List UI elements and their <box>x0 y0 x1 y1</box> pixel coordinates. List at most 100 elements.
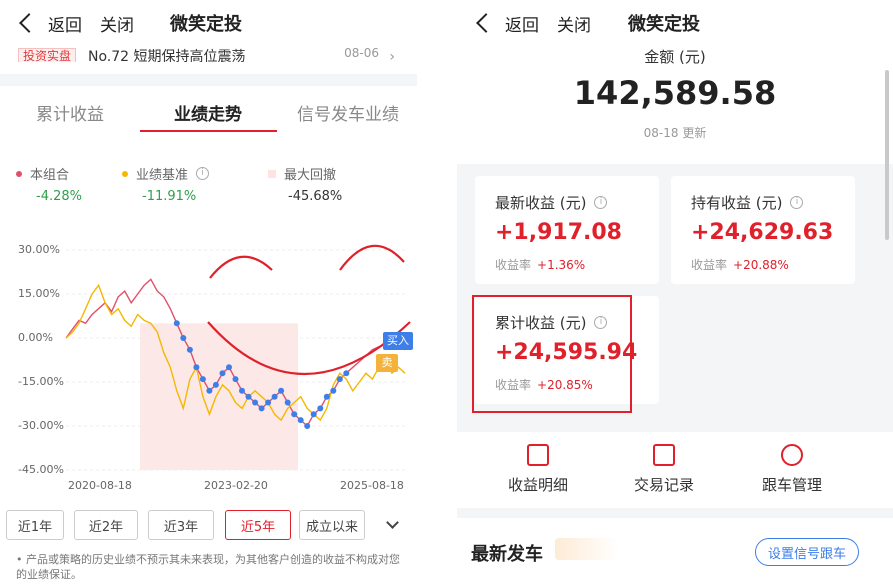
buy-point <box>232 376 239 383</box>
info-icon[interactable]: i <box>196 167 210 180</box>
buy-point <box>186 346 193 353</box>
close-link[interactable]: 关闭 <box>100 11 134 36</box>
back-link[interactable]: 返回 <box>505 11 539 36</box>
x-tick-label: 2020-08-18 <box>68 479 132 492</box>
buy-point <box>284 399 291 406</box>
performance-chart[interactable]: 30.00% 15.00% 0.00% -15.00% -30.00% -45.00% 2… <box>0 236 417 496</box>
legend-label: 最大回撤 <box>284 168 337 183</box>
action-label: 跟车管理 <box>761 476 822 494</box>
y-tick-label: -30.00% <box>18 419 64 432</box>
buy-point <box>278 387 285 394</box>
amount-summary: 金额 (元) 142,589.58 08-18 更新 <box>457 46 893 164</box>
close-link[interactable]: 关闭 <box>557 11 591 36</box>
legend-dot-icon <box>16 170 22 177</box>
buy-point <box>291 411 298 418</box>
buy-point <box>343 370 350 377</box>
x-tick-label: 2025-08-18 <box>340 479 404 492</box>
buy-point <box>219 370 226 377</box>
buy-point <box>258 405 265 412</box>
action-bar: 收益明细 交易记录 跟车管理 <box>457 432 893 508</box>
disclaimer: • 产品或策略的历史业绩不预示其未来表现，为其他客户创造的收益不构成对您的业绩保… <box>16 553 400 581</box>
buy-marker[interactable]: 买入 <box>383 332 413 350</box>
active-tab-indicator <box>140 130 277 132</box>
action-label: 收益明细 <box>507 476 568 494</box>
action-follow-manage[interactable]: 跟车管理 <box>747 444 837 495</box>
y-tick-label: 30.00% <box>18 243 60 256</box>
buy-point <box>226 364 232 371</box>
tab-bar: 累计收益 业绩走势 信号发车业绩 <box>0 92 417 134</box>
back-chevron-icon[interactable] <box>476 13 496 33</box>
buy-point <box>245 393 252 400</box>
buy-point <box>180 335 187 341</box>
range-3y[interactable]: 近3年 <box>148 510 214 540</box>
left-navbar: 返回 关闭 微笑定投 <box>0 0 417 46</box>
range-since-inception[interactable]: 成立以来 <box>299 510 365 540</box>
tab-performance-trend[interactable]: 业绩走势 <box>174 100 242 125</box>
card-holding-return[interactable]: 持有收益 (元) i +24,629.63 收益率 +20.88% <box>671 176 855 284</box>
buy-point <box>336 376 343 383</box>
legend-square-icon <box>268 169 276 178</box>
buy-point <box>330 387 337 394</box>
buy-point <box>265 399 272 406</box>
info-icon[interactable]: i <box>790 196 804 209</box>
chart-legend: 本组合 -4.28% 业绩基准 i -11.91% 最大回撤 -45.68% <box>0 164 417 214</box>
legend-value: -4.28% <box>36 189 82 204</box>
legend-benchmark: 业绩基准 i -11.91% <box>122 164 210 204</box>
panel-gap <box>417 0 457 587</box>
smile-left-eye <box>209 255 273 279</box>
buy-point <box>317 405 324 412</box>
calendar-icon <box>653 444 675 466</box>
buy-point <box>193 364 200 371</box>
card-latest-return[interactable]: 最新收益 (元) i +1,917.08 收益率 +1.36% <box>475 176 659 284</box>
tab-signal-performance[interactable]: 信号发车业绩 <box>297 100 399 125</box>
y-tick-label: 15.00% <box>18 287 60 300</box>
section-divider <box>0 74 417 86</box>
amount-value: 142,589.58 <box>573 74 777 112</box>
buy-point <box>323 393 330 400</box>
chevron-right-icon: › <box>389 49 395 62</box>
page-title: 微笑定投 <box>170 14 242 35</box>
left-panel: 返回 关闭 微笑定投 投资实盘 No.72 短期保持高位震荡 08-06 › 累… <box>0 0 417 587</box>
action-return-detail[interactable]: 收益明细 <box>493 444 583 495</box>
buy-point <box>252 399 259 406</box>
action-label: 交易记录 <box>633 476 694 494</box>
y-tick-label: 0.00% <box>18 331 53 344</box>
arrow-circle-icon <box>781 444 803 466</box>
amount-updated: 08-18 更新 <box>643 126 707 140</box>
tab-cumulative-return[interactable]: 累计收益 <box>36 100 104 125</box>
buy-point <box>304 423 311 429</box>
scrollbar[interactable] <box>885 70 889 240</box>
train-decoration <box>555 538 619 560</box>
news-date: 08-06 <box>344 46 379 60</box>
buy-point <box>271 393 278 400</box>
amount-label: 金额 (元) <box>644 48 706 66</box>
chevron-down-icon[interactable] <box>386 516 399 529</box>
back-link[interactable]: 返回 <box>48 11 82 36</box>
range-selector: 近1年 近2年 近3年 近5年 成立以来 <box>0 510 417 542</box>
legend-portfolio: 本组合 -4.28% <box>16 164 82 204</box>
info-icon[interactable]: i <box>594 196 608 209</box>
latest-title: 最新发车 <box>471 544 543 565</box>
buy-point <box>212 381 219 388</box>
buy-point <box>173 320 180 327</box>
action-trade-record[interactable]: 交易记录 <box>619 444 709 495</box>
range-2y[interactable]: 近2年 <box>74 510 138 540</box>
range-5y[interactable]: 近5年 <box>225 510 291 540</box>
latest-departure: 最新发车 设置信号跟车 <box>457 518 893 587</box>
chart-svg <box>65 244 411 471</box>
card-title: 持有收益 (元) <box>691 194 783 212</box>
y-tick-label: -15.00% <box>18 375 64 388</box>
sell-marker[interactable]: 卖 <box>376 354 398 372</box>
list-icon <box>527 444 549 466</box>
range-1y[interactable]: 近1年 <box>6 510 64 540</box>
set-signal-button[interactable]: 设置信号跟车 <box>755 538 859 566</box>
card-value: +24,629.63 <box>691 220 834 245</box>
news-title: No.72 短期保持高位震荡 <box>88 49 246 62</box>
legend-max-drawdown: 最大回撤 -45.68% <box>268 164 342 204</box>
back-chevron-icon[interactable] <box>19 13 39 33</box>
buy-point <box>206 387 213 394</box>
news-tag: 投资实盘 <box>18 48 77 62</box>
card-title: 最新收益 (元) <box>495 194 587 212</box>
card-rate: 收益率 +1.36% <box>495 258 586 272</box>
legend-label: 本组合 <box>30 168 70 183</box>
